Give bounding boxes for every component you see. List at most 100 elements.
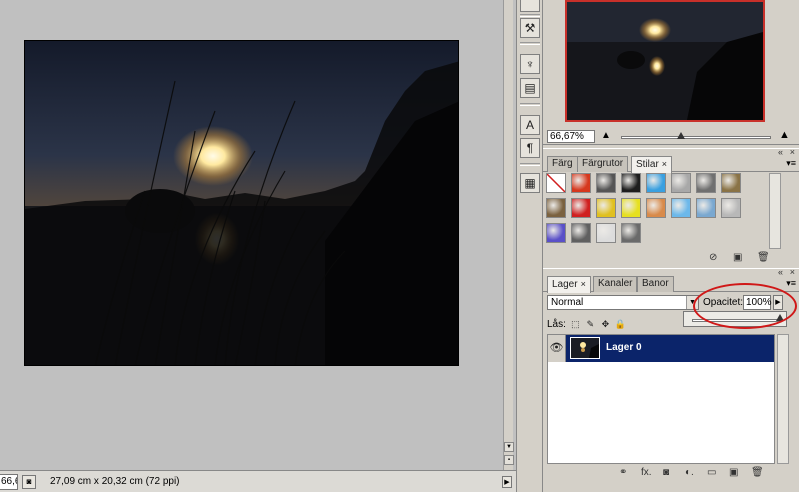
crossed-tools-icon[interactable]: ⚒ [520, 18, 540, 38]
character-icon[interactable]: A [520, 115, 540, 135]
tab-kanaler[interactable]: Kanaler [593, 276, 638, 292]
opacity-slider-handle[interactable] [776, 314, 784, 321]
navigator-zoom-field[interactable]: 66,67% [547, 130, 595, 143]
styles-panel: « × Färg Färgrutor Stilar × ▾≡ ⊘ ▣ 🗑 [543, 148, 799, 265]
top-tool-button[interactable] [520, 0, 540, 12]
mask-icon[interactable]: ◙ [663, 467, 669, 479]
paragraph-icon[interactable]: ¶ [520, 138, 540, 158]
new-style-icon[interactable]: ▣ [733, 252, 742, 264]
usb-brush-icon[interactable]: ♆ [520, 54, 540, 74]
zoom-field[interactable]: 66,67% [0, 473, 18, 490]
clear-style-icon[interactable]: ⊘ [709, 252, 717, 264]
group-icon[interactable]: ▭ [707, 467, 716, 479]
style-swatch[interactable] [571, 198, 591, 218]
link-icon[interactable]: ⚭ [619, 467, 627, 479]
panel-grip[interactable]: « × [543, 148, 799, 157]
tab-banor[interactable]: Banor [637, 276, 674, 292]
fx-icon[interactable]: fx. [641, 467, 652, 479]
divider [520, 103, 540, 106]
tab-fargrutor[interactable]: Färgrutor [577, 156, 629, 172]
style-swatch[interactable] [621, 198, 641, 218]
styles-scrollbar[interactable] [769, 173, 781, 249]
tab-lager[interactable]: Lager × [547, 276, 591, 293]
layers-tabbar: Lager × Kanaler Banor ▾≡ [543, 276, 799, 293]
style-swatch[interactable] [571, 223, 591, 243]
styles-footer: ⊘ ▣ 🗑 [543, 250, 799, 266]
style-swatch[interactable] [571, 173, 591, 193]
style-swatch[interactable] [621, 223, 641, 243]
trash-icon[interactable]: 🗑 [751, 467, 764, 479]
close-panel-icon[interactable]: × [790, 148, 795, 157]
status-bar: 66,67% ◙ 27,09 cm x 20,32 cm (72 ppi) ▶ [0, 470, 516, 492]
style-swatch[interactable] [646, 173, 666, 193]
opacity-label: Opacitet: [703, 297, 744, 308]
layers-scrollbar[interactable] [777, 334, 789, 464]
divider [520, 163, 540, 166]
style-swatch[interactable] [546, 198, 566, 218]
style-swatch[interactable] [596, 198, 616, 218]
document-scrollbar[interactable]: ▼ ▪ [503, 0, 514, 470]
zoom-in-icon[interactable]: ▲ [779, 130, 790, 141]
layers-panel: « × Lager × Kanaler Banor ▾≡ Normal ▼ Opa… [543, 268, 799, 492]
adjustment-icon[interactable]: ◐. [685, 467, 694, 479]
style-swatch[interactable] [671, 198, 691, 218]
navigator-thumbnail [567, 2, 763, 120]
zoom-out-icon[interactable]: ▲ [601, 131, 611, 141]
status-menu-icon[interactable]: ◙ [22, 474, 36, 489]
scroll-corner: ▪ [504, 455, 514, 465]
panel-grip[interactable]: « × [543, 268, 799, 277]
new-layer-icon[interactable]: ▣ [729, 467, 738, 479]
navigator-slider-handle[interactable] [677, 132, 685, 139]
style-swatch[interactable] [621, 173, 641, 193]
document-image[interactable] [24, 40, 459, 366]
divider [520, 42, 540, 45]
close-panel-icon[interactable]: × [790, 268, 795, 277]
layer-thumbnail-image [571, 338, 599, 358]
lock-pixels-icon[interactable]: ✎ [585, 319, 596, 330]
eye-icon[interactable]: 👁 [548, 335, 566, 362]
no-style-swatch[interactable] [546, 173, 566, 193]
tab-farg[interactable]: Färg [547, 156, 578, 172]
chevron-down-icon[interactable]: ▼ [686, 296, 698, 309]
style-swatch[interactable] [596, 173, 616, 193]
panel-menu-icon[interactable]: ▾≡ [786, 158, 796, 168]
opacity-slider[interactable] [692, 319, 780, 322]
collapse-icon[interactable]: « [778, 148, 783, 157]
close-tab-icon[interactable]: × [581, 279, 586, 289]
layer-row[interactable]: 👁 Lager 0 [548, 335, 774, 362]
style-swatch[interactable] [671, 173, 691, 193]
close-tab-icon[interactable]: × [662, 159, 667, 169]
navigator-preview[interactable] [565, 0, 765, 122]
layers-footer: ⚭ fx. ◙ ◐. ▭ ▣ 🗑 [543, 465, 799, 483]
blend-mode-select[interactable]: Normal ▼ [547, 295, 699, 310]
style-swatch[interactable] [696, 173, 716, 193]
navigator-zoom-slider[interactable] [621, 136, 771, 139]
style-swatch[interactable] [721, 173, 741, 193]
document-canvas[interactable] [0, 0, 503, 470]
lock-row: Lås: ⬚ ✎ ✥ 🔒 [547, 317, 626, 331]
style-swatch[interactable] [696, 198, 716, 218]
style-swatch[interactable] [596, 223, 616, 243]
sunset-photo [25, 41, 458, 365]
lock-position-icon[interactable]: ✥ [600, 319, 611, 330]
panel-dock: 66,67% ▲ ▲ « × Färg Färgrutor Stilar × ▾≡… [543, 0, 799, 492]
lock-label: Lås: [547, 318, 566, 330]
style-swatch[interactable] [646, 198, 666, 218]
opacity-slider-popup [683, 311, 787, 327]
navigator-panel: 66,67% ▲ ▲ [543, 0, 799, 145]
tab-stilar[interactable]: Stilar × [631, 156, 673, 173]
divider [520, 14, 540, 17]
clipboard-icon[interactable]: ▤ [520, 78, 540, 98]
delete-style-icon[interactable]: 🗑 [757, 252, 770, 264]
scroll-down-icon[interactable]: ▼ [504, 442, 514, 452]
lock-transparency-icon[interactable]: ⬚ [570, 319, 581, 330]
style-swatch[interactable] [546, 223, 566, 243]
opacity-arrow-icon[interactable]: ▶ [773, 295, 783, 310]
status-arrow-icon[interactable]: ▶ [502, 475, 512, 488]
lock-all-icon[interactable]: 🔒 [615, 319, 626, 330]
opacity-input[interactable]: 100% [743, 295, 772, 310]
layer-comps-icon[interactable]: ▦ [520, 173, 540, 193]
panel-menu-icon[interactable]: ▾≡ [786, 278, 796, 288]
collapse-icon[interactable]: « [778, 268, 783, 277]
style-swatch[interactable] [721, 198, 741, 218]
